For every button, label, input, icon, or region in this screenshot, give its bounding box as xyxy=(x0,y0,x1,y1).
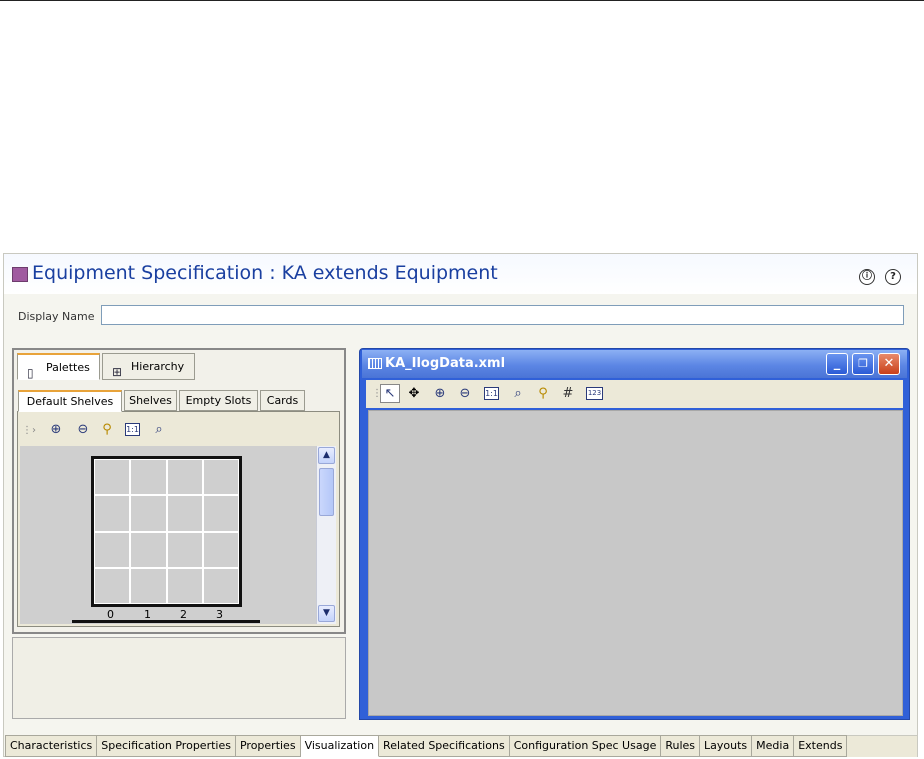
shelf-slot[interactable] xyxy=(166,531,203,568)
tab-palettes[interactable]: ▯ Palettes xyxy=(17,353,100,380)
select-arrow-icon[interactable]: ↖ xyxy=(380,384,400,403)
tab-properties[interactable]: Properties xyxy=(235,735,301,757)
info-icon[interactable]: ⓘ xyxy=(859,269,875,285)
shelf-slot[interactable] xyxy=(130,567,167,604)
shelf-slot[interactable] xyxy=(202,567,239,604)
tab-visualization[interactable]: Visualization xyxy=(300,735,380,757)
zoom-region-icon[interactable]: ⌕ xyxy=(510,386,526,402)
shelf-slot[interactable] xyxy=(202,495,239,532)
tab-extends[interactable]: Extends xyxy=(794,735,848,757)
grid-document-icon xyxy=(368,358,382,369)
tab-rules[interactable]: Rules xyxy=(661,735,701,757)
palette-scrollbar[interactable]: ▲ ▼ xyxy=(316,446,336,624)
grid-icon[interactable]: # xyxy=(560,386,576,402)
help-icon[interactable]: ? xyxy=(885,269,901,285)
close-button[interactable]: ✕ xyxy=(878,353,900,375)
scroll-thumb[interactable] xyxy=(319,468,334,516)
actual-size-icon[interactable]: 1:1 xyxy=(125,423,140,436)
zoom-fit-icon[interactable]: ⚲ xyxy=(535,386,551,402)
actual-size-icon[interactable]: 1:1 xyxy=(484,387,499,400)
palette-detail-area xyxy=(12,637,346,719)
shelf-slot[interactable] xyxy=(166,495,203,532)
shelf-slot[interactable] xyxy=(94,495,131,532)
tab-layouts[interactable]: Layouts xyxy=(700,735,753,757)
toolbar-grip-icon: ⋮› xyxy=(22,425,36,436)
subtab-default-shelves[interactable]: Default Shelves xyxy=(18,390,122,412)
shelf-slot[interactable] xyxy=(202,531,239,568)
tab-hierarchy[interactable]: ⊞ Hierarchy xyxy=(102,353,195,380)
shelf-slot[interactable] xyxy=(166,567,203,604)
minimize-button[interactable]: _ xyxy=(826,353,848,375)
tab-palettes-label: Palettes xyxy=(46,361,90,374)
zoom-out-icon[interactable]: ⊖ xyxy=(75,422,91,438)
numbering-icon[interactable]: 123 xyxy=(586,387,603,400)
subtab-shelves[interactable]: Shelves xyxy=(124,390,177,411)
zoom-fit-icon[interactable]: ⚲ xyxy=(99,422,115,438)
shelf-slot[interactable] xyxy=(130,495,167,532)
shelf-slot[interactable] xyxy=(130,531,167,568)
display-name-label: Display Name xyxy=(18,310,95,323)
zoom-in-icon[interactable]: ⊕ xyxy=(48,422,64,438)
tab-hierarchy-label: Hierarchy xyxy=(131,360,185,373)
tab-related-specifications[interactable]: Related Specifications xyxy=(379,735,510,757)
palette-toolbar xyxy=(18,414,339,444)
shelf-slot[interactable] xyxy=(94,567,131,604)
restore-button[interactable]: ❐ xyxy=(852,353,874,375)
scroll-up-icon[interactable]: ▲ xyxy=(318,447,335,464)
tab-configuration-spec-usage[interactable]: Configuration Spec Usage xyxy=(509,735,662,757)
zoom-out-icon[interactable]: ⊖ xyxy=(457,386,473,402)
shelf-slot[interactable] xyxy=(94,459,131,496)
editor-page-tabs: Characteristics Specification Properties… xyxy=(5,735,848,757)
subtab-cards[interactable]: Cards xyxy=(260,390,305,411)
shelf-slot[interactable] xyxy=(202,459,239,496)
shelf-base-line xyxy=(72,620,260,623)
pan-icon[interactable]: ✥ xyxy=(406,386,422,402)
scroll-down-icon[interactable]: ▼ xyxy=(318,605,335,622)
zoom-region-icon[interactable]: ⌕ xyxy=(151,422,167,438)
shelf-grid[interactable] xyxy=(91,456,242,607)
specification-type-icon xyxy=(12,267,28,282)
display-name-field[interactable] xyxy=(101,305,904,325)
subtab-empty-slots[interactable]: Empty Slots xyxy=(179,390,258,411)
shelf-slot[interactable] xyxy=(166,459,203,496)
shelf-preview-canvas[interactable]: 0 1 2 3 xyxy=(20,446,316,624)
shelf-slot[interactable] xyxy=(94,531,131,568)
diagram-window-title: KA_IlogData.xml xyxy=(385,356,506,371)
tab-characteristics[interactable]: Characteristics xyxy=(5,735,98,757)
editor-title: Equipment Specification : KA extends Equ… xyxy=(32,262,498,284)
top-divider xyxy=(0,0,924,1)
tab-media[interactable]: Media xyxy=(752,735,795,757)
shelf-slot[interactable] xyxy=(130,459,167,496)
zoom-in-icon[interactable]: ⊕ xyxy=(432,386,448,402)
palette-icon: ▯ xyxy=(27,366,34,380)
diagram-canvas[interactable] xyxy=(368,410,903,716)
hierarchy-icon: ⊞ xyxy=(112,365,123,379)
tab-specification-properties[interactable]: Specification Properties xyxy=(97,735,236,757)
